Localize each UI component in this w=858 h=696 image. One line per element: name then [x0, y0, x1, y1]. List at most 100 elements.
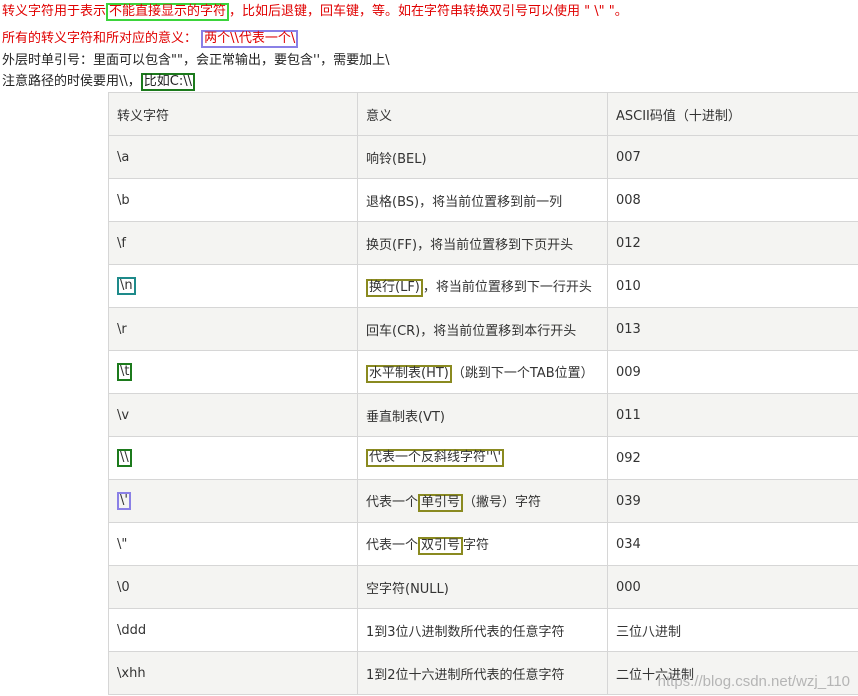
- table-row: \t 水平制表(HT) （跳到下一个TAB位置） 009: [108, 350, 858, 394]
- intro-line-2: 所有的转义字符和所对应的意义： 两个\\代表一个\: [2, 30, 299, 48]
- watermark: https://blog.csdn.net/wzj_110: [657, 673, 850, 690]
- intro-line-3: 外层时单引号：里面可以包含""，会正常输出，要包含''，需要加上\: [2, 52, 390, 70]
- escape-char: \n: [117, 277, 136, 295]
- escape-char: \ddd: [117, 622, 147, 638]
- escape-char: \xhh: [117, 665, 146, 681]
- escape-char-cell: \\: [108, 436, 358, 480]
- escape-char-cell: \v: [108, 393, 358, 437]
- meaning-text: （撇号）字符: [463, 494, 542, 510]
- header-ascii: ASCII码值（十进制）: [607, 92, 858, 136]
- table-row: \' 代表一个 单引号 （撇号）字符 039: [108, 479, 858, 523]
- meaning-cell: 代表一个反斜线字符''\': [357, 436, 608, 480]
- ascii-cell: 010: [607, 264, 858, 308]
- meaning-text: 垂直制表(VT): [366, 409, 445, 425]
- escape-char: \0: [117, 579, 130, 595]
- escape-char-cell: \t: [108, 350, 358, 394]
- intro-line-2-text: 所有的转义字符和所对应的意义：: [2, 31, 198, 46]
- intro-line-4: 注意路径的时侯要用\\， 比如C:\\: [2, 73, 195, 91]
- escape-char: \t: [117, 363, 133, 381]
- meaning-text: 代表一个: [366, 494, 419, 510]
- highlight-box: 水平制表(HT): [366, 364, 452, 383]
- escape-char-cell: \": [108, 522, 358, 566]
- meaning-cell: 换页(FF)，将当前位置移到下页开头: [357, 221, 608, 265]
- meaning-text: 响铃(BEL): [366, 151, 427, 167]
- table-header-row: 转义字符 意义 ASCII码值（十进制）: [108, 92, 858, 136]
- meaning-cell: 代表一个 单引号 （撇号）字符: [357, 479, 608, 523]
- meaning-text: 1到3位八进制数所代表的任意字符: [366, 624, 565, 640]
- table-row: \v 垂直制表(VT) 011: [108, 393, 858, 437]
- escape-char: \v: [117, 407, 130, 423]
- table-row: \b 退格(BS)，将当前位置移到前一列 008: [108, 178, 858, 222]
- ascii-cell: 012: [607, 221, 858, 265]
- escape-char-cell: \ddd: [108, 608, 358, 652]
- meaning-text: 字符: [463, 537, 490, 553]
- meaning-text: 换页(FF)，将当前位置移到下页开头: [366, 237, 574, 253]
- meaning-cell: 代表一个 双引号 字符: [357, 522, 608, 566]
- table-row: \0 空字符(NULL) 000: [108, 565, 858, 609]
- escape-char-cell: \b: [108, 178, 358, 222]
- ascii-cell: 009: [607, 350, 858, 394]
- ascii-cell: 000: [607, 565, 858, 609]
- highlight-box: 双引号: [418, 536, 464, 555]
- escape-char-cell: \f: [108, 221, 358, 265]
- intro-line-1: 转义字符用于表示 不能直接显示的字符 ，比如后退键，回车键，等。如在字符串转换双引号…: [2, 3, 628, 21]
- meaning-cell: 垂直制表(VT): [357, 393, 608, 437]
- meaning-cell: 回车(CR)，将当前位置移到本行开头: [357, 307, 608, 351]
- escape-char-cell: \n: [108, 264, 358, 308]
- escape-char-cell: \': [108, 479, 358, 523]
- meaning-text: 1到2位十六进制所代表的任意字符: [366, 667, 565, 683]
- table-row: \r 回车(CR)，将当前位置移到本行开头 013: [108, 307, 858, 351]
- highlight-box: 代表一个反斜线字符''\': [366, 449, 505, 467]
- escape-char-cell: \a: [108, 135, 358, 179]
- escape-char: \a: [117, 149, 130, 165]
- meaning-cell: 退格(BS)，将当前位置移到前一列: [357, 178, 608, 222]
- intro-line-1-text-a: 转义字符用于表示: [2, 4, 107, 19]
- header-escape-char: 转义字符: [108, 92, 358, 136]
- highlight-box: 比如C:\\: [140, 73, 195, 91]
- intro-line-1-text-b: ，比如后退键，回车键，等。如在字符串转换双引号可以使用 " \" "。: [229, 4, 628, 19]
- ascii-cell: 039: [607, 479, 858, 523]
- escape-char: \r: [117, 321, 127, 337]
- meaning-text: 回车(CR)，将当前位置移到本行开头: [366, 323, 577, 339]
- escape-char: \f: [117, 235, 126, 251]
- ascii-cell: 013: [607, 307, 858, 351]
- table-row: \" 代表一个 双引号 字符 034: [108, 522, 858, 566]
- ascii-cell: 三位八进制: [607, 608, 858, 652]
- ascii-cell: 092: [607, 436, 858, 480]
- meaning-cell: 换行(LF) ，将当前位置移到下一行开头: [357, 264, 608, 308]
- escape-char-cell: \r: [108, 307, 358, 351]
- escape-char: \': [117, 492, 131, 510]
- table-body: \a 响铃(BEL) 007 \b 退格(BS)，将当前位置移到前一列 008 \f 换页(F…: [108, 135, 858, 695]
- meaning-text: 空字符(NULL): [366, 581, 449, 597]
- table-row: \f 换页(FF)，将当前位置移到下页开头 012: [108, 221, 858, 265]
- meaning-text: （跳到下一个TAB位置）: [451, 365, 594, 381]
- meaning-cell: 1到3位八进制数所代表的任意字符: [357, 608, 608, 652]
- ascii-cell: 008: [607, 178, 858, 222]
- intro-line-4-text: 注意路径的时侯要用\\，: [2, 74, 141, 89]
- escape-char: \b: [117, 192, 130, 208]
- meaning-cell: 空字符(NULL): [357, 565, 608, 609]
- highlight-box: 单引号: [418, 493, 464, 512]
- ascii-cell: 034: [607, 522, 858, 566]
- table-row: \ddd 1到3位八进制数所代表的任意字符 三位八进制: [108, 608, 858, 652]
- meaning-text: 退格(BS)，将当前位置移到前一列: [366, 194, 563, 210]
- meaning-text: ，将当前位置移到下一行开头: [422, 279, 592, 295]
- highlight-box: 两个\\代表一个\: [201, 30, 299, 48]
- table-row: \a 响铃(BEL) 007: [108, 135, 858, 179]
- meaning-cell: 水平制表(HT) （跳到下一个TAB位置）: [357, 350, 608, 394]
- ascii-cell: 007: [607, 135, 858, 179]
- escape-char-cell: \0: [108, 565, 358, 609]
- ascii-cell: 011: [607, 393, 858, 437]
- meaning-cell: 响铃(BEL): [357, 135, 608, 179]
- escape-char-table: 转义字符 意义 ASCII码值（十进制） \a 响铃(BEL) 007 \b 退格(BS…: [108, 92, 858, 695]
- header-meaning: 意义: [357, 92, 608, 136]
- highlight-box: 不能直接显示的字符: [106, 3, 230, 21]
- intro-line-3-text: 外层时单引号：里面可以包含""，会正常输出，要包含''，需要加上\: [2, 53, 390, 68]
- table-row: \\ 代表一个反斜线字符''\' 092: [108, 436, 858, 480]
- page: 转义字符用于表示 不能直接显示的字符 ，比如后退键，回车键，等。如在字符串转换双引号…: [0, 0, 858, 696]
- escape-char-cell: \xhh: [108, 651, 358, 695]
- escape-char: \\: [117, 449, 132, 467]
- highlight-box: 换行(LF): [366, 278, 423, 297]
- table-row: \n 换行(LF) ，将当前位置移到下一行开头 010: [108, 264, 858, 308]
- meaning-text: 代表一个: [366, 537, 419, 553]
